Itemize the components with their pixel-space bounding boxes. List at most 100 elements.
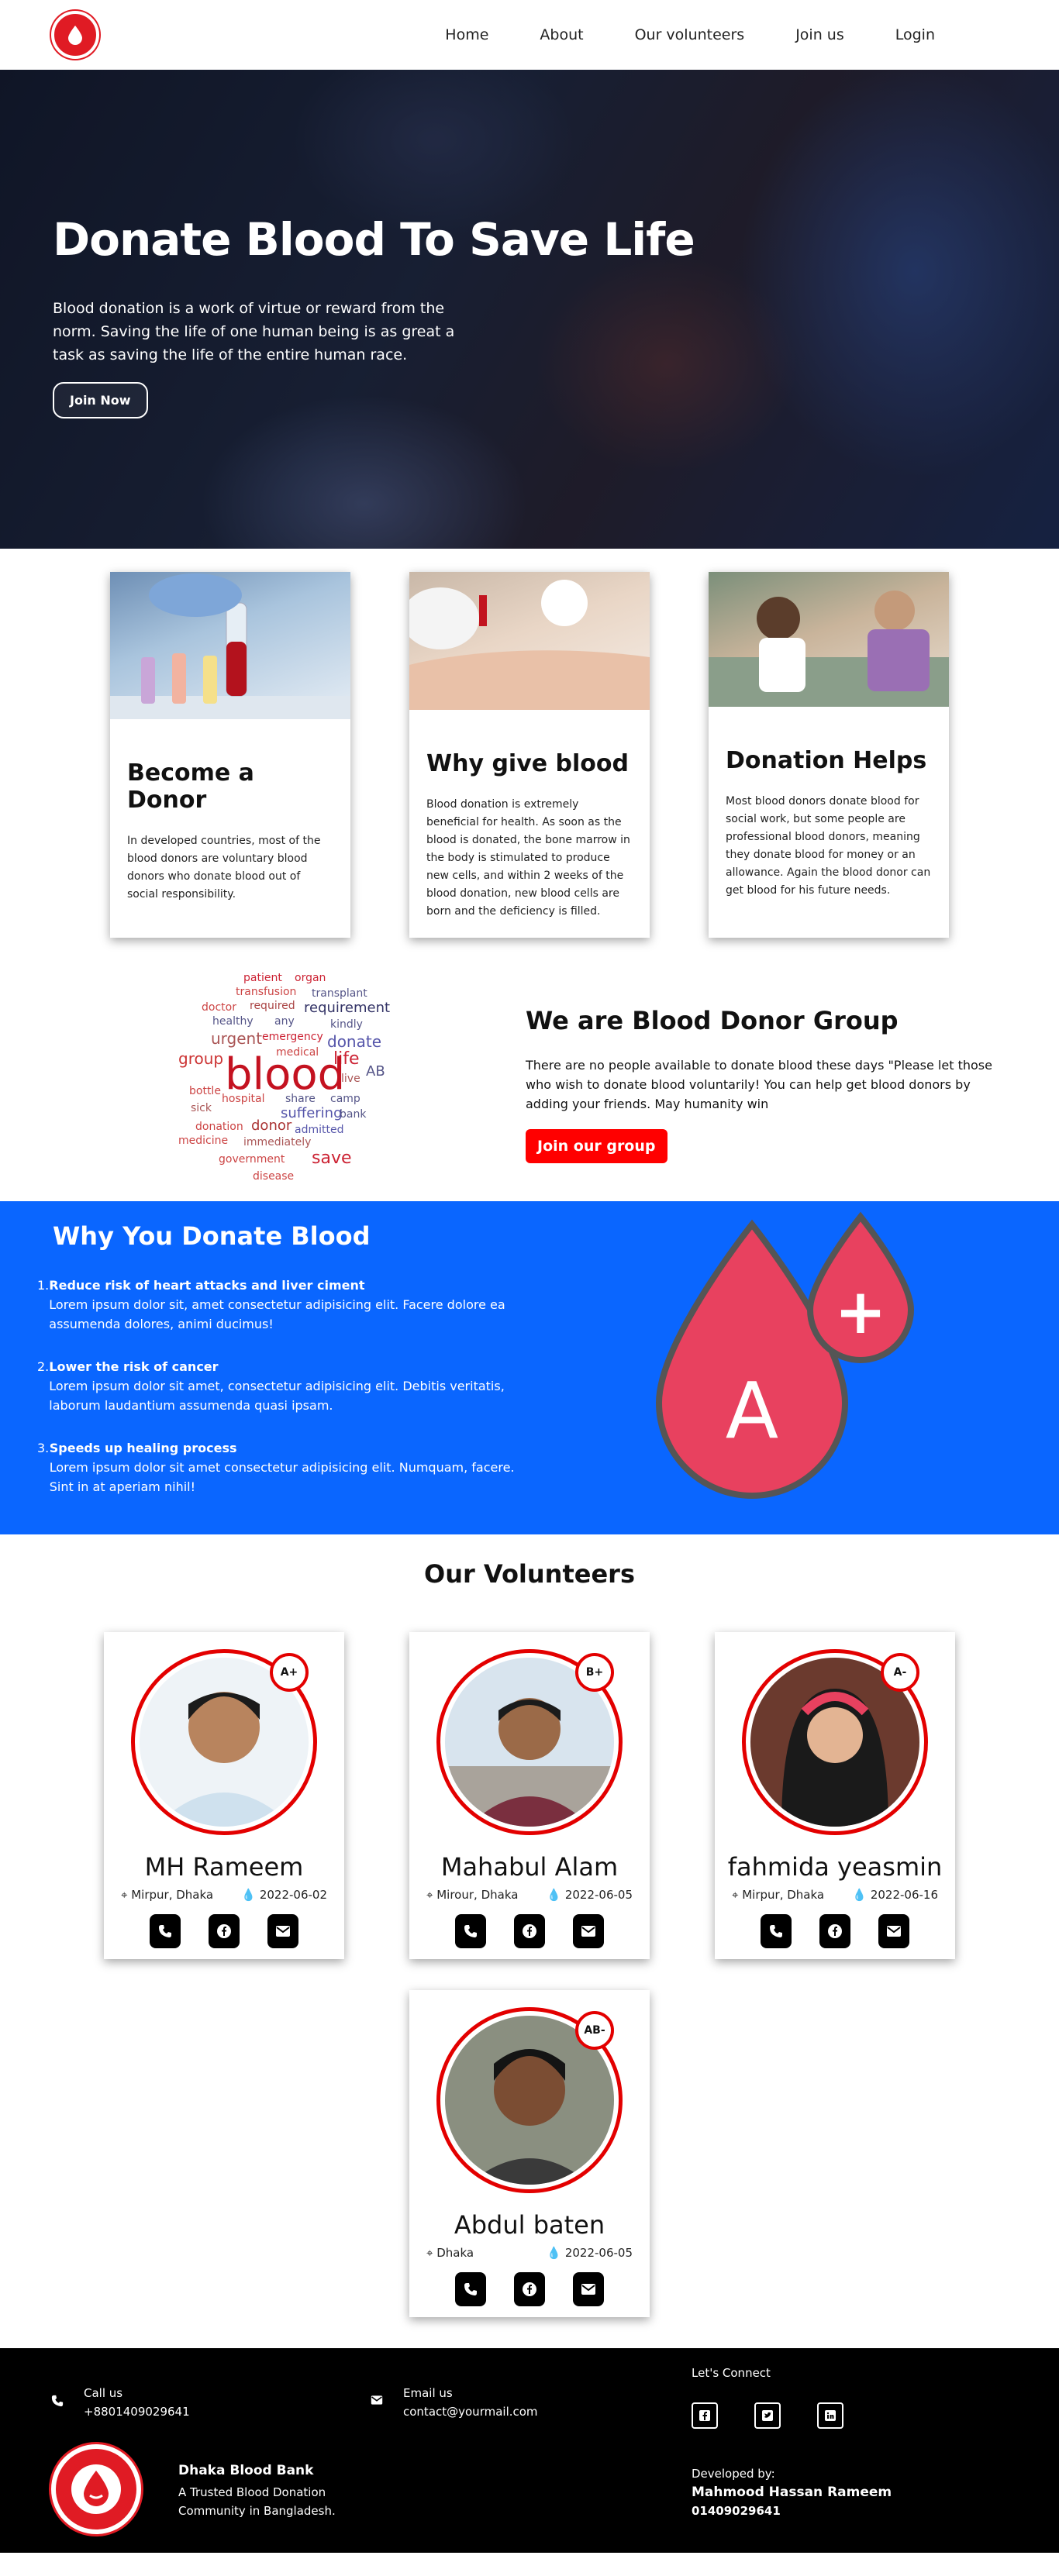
blood-drop-icon: 💧 <box>547 2246 562 2260</box>
location: ⌖ Mirour, Dhaka <box>426 1888 518 1902</box>
footer: Call us +8801409029641 Email us contact@… <box>0 2348 1059 2553</box>
phone-button[interactable] <box>455 2272 486 2306</box>
drop-letter: A <box>726 1365 778 1456</box>
wordcloud-word: patient <box>243 972 282 984</box>
map-pin-icon: ⌖ <box>121 1888 128 1902</box>
location: ⌖ Mirpur, Dhaka <box>121 1888 213 1902</box>
phone-button[interactable] <box>761 1914 792 1948</box>
dev-phone: 01409029641 <box>692 2504 781 2518</box>
blood-group-badge: A- <box>881 1653 919 1692</box>
call-us: Call us +8801409029641 <box>51 2384 190 2421</box>
volunteer-meta: ⌖ Mirpur, Dhaka 💧 2022-06-16 <box>732 1888 938 1902</box>
volunteer-meta: ⌖ Mirpur, Dhaka 💧 2022-06-02 <box>121 1888 327 1902</box>
phone-button[interactable] <box>150 1914 181 1948</box>
facebook-button[interactable] <box>819 1914 850 1948</box>
contact-buttons <box>104 1914 344 1948</box>
why-item-heading: Reduce risk of heart attacks and liver c… <box>49 1278 365 1293</box>
info-card-become-donor: Become a Donor In developed countries, m… <box>110 572 350 938</box>
why-donate-section: Why You Donate Blood 1. Reduce risk of h… <box>0 1201 1059 1534</box>
location: ⌖ Dhaka <box>426 2246 474 2260</box>
email-button[interactable] <box>878 1914 909 1948</box>
blood-drop-icon: 💧 <box>852 1888 868 1902</box>
wordcloud-word: donation <box>195 1121 243 1133</box>
why-item: 1. Reduce risk of heart attacks and live… <box>37 1276 533 1334</box>
wordcloud-word: donate <box>327 1032 382 1051</box>
linkedin-link[interactable] <box>816 2402 843 2429</box>
wordcloud-word: live <box>341 1073 360 1085</box>
avatar-frame: A- <box>742 1649 928 1835</box>
volunteer-card: A+ MH Rameem ⌖ Mirpur, Dhaka 💧 2022-06-0… <box>104 1632 344 1959</box>
envelope-icon <box>276 1926 290 1937</box>
envelope-icon <box>581 1926 595 1937</box>
wordcloud-word: donor <box>251 1118 292 1134</box>
phone-button[interactable] <box>455 1914 486 1948</box>
facebook-icon <box>699 2410 710 2421</box>
contact-buttons <box>409 1914 650 1948</box>
why-item: 2. Lower the risk of cancer Lorem ipsum d… <box>37 1357 533 1415</box>
volunteer-card: AB- Abdul baten ⌖ Dhaka 💧 2022-06-05 <box>409 1990 650 2317</box>
blood-bank-seal <box>71 2464 121 2514</box>
wordcloud-word: hospital <box>222 1093 265 1105</box>
volunteer-card: A- fahmida yeasmin ⌖ Mirpur, Dhaka 💧 202… <box>715 1632 955 1959</box>
volunteer-meta: ⌖ Mirour, Dhaka 💧 2022-06-05 <box>426 1888 633 1902</box>
info-card-why-give: Why give blood Blood donation is extreme… <box>409 572 650 938</box>
nav-home[interactable]: Home <box>445 26 488 43</box>
footer-brand: Dhaka Blood Bank A Trusted Blood Donatio… <box>178 2461 380 2520</box>
card-title: Why give blood <box>426 750 630 777</box>
blood-group-badge: AB- <box>575 2011 614 2050</box>
why-item-text: Lorem ipsum dolor sit amet consectetur a… <box>49 1460 515 1494</box>
facebook-icon <box>523 1924 536 1938</box>
blood-tubes-illustration <box>110 573 350 719</box>
wordcloud-word: any <box>274 1015 295 1028</box>
card-title: Donation Helps <box>726 747 927 774</box>
call-value[interactable]: +8801409029641 <box>84 2402 190 2421</box>
email-value[interactable]: contact@yourmail.com <box>403 2402 538 2421</box>
facebook-button[interactable] <box>514 1914 545 1948</box>
volunteer-row: A+ MH Rameem ⌖ Mirpur, Dhaka 💧 2022-06-0… <box>0 1632 1059 1959</box>
phone-icon <box>770 1925 782 1937</box>
why-item-text: Lorem ipsum dolor sit amet, consectetur … <box>49 1379 505 1413</box>
card-image-arm-donation <box>409 572 650 710</box>
location-text: Mirour, Dhaka <box>436 1888 519 1902</box>
envelope-icon <box>581 2284 595 2295</box>
phone-icon <box>159 1925 171 1937</box>
facebook-button[interactable] <box>209 1914 240 1948</box>
why-item-heading: Lower the risk of cancer <box>49 1359 219 1374</box>
donor-group-section: patient organ transfusion transplant doc… <box>0 938 1059 1201</box>
wordcloud-word: save <box>312 1149 352 1168</box>
wordcloud-word: AB <box>366 1063 385 1080</box>
location-text: Mirpur, Dhaka <box>131 1888 214 1902</box>
group-info: We are Blood Donor Group There are no pe… <box>526 1006 999 1163</box>
nav-login[interactable]: Login <box>895 26 935 43</box>
email-button[interactable] <box>573 2272 604 2306</box>
join-now-button[interactable]: Join Now <box>53 382 148 418</box>
phone-icon <box>51 2395 64 2407</box>
email-label: Email us <box>403 2386 453 2400</box>
wordcloud-word: government <box>219 1153 285 1166</box>
email-button[interactable] <box>573 1914 604 1948</box>
facebook-link[interactable] <box>692 2402 718 2429</box>
facebook-icon <box>523 2282 536 2296</box>
why-item: 3. Speeds up healing process Lorem ipsum … <box>37 1438 533 1496</box>
hero-title: Donate Blood To Save Life <box>53 213 695 266</box>
facebook-button[interactable] <box>514 2272 545 2306</box>
nav-volunteers[interactable]: Our volunteers <box>635 26 745 43</box>
join-group-button[interactable]: Join our group <box>526 1128 667 1163</box>
wordcloud-word: urgent <box>211 1029 263 1048</box>
wordcloud-word: transplant <box>312 987 367 1000</box>
contact-buttons <box>715 1914 955 1948</box>
info-cards: Become a Donor In developed countries, m… <box>0 549 1059 938</box>
twitter-link[interactable] <box>754 2402 781 2429</box>
phone-icon <box>464 2283 477 2295</box>
blood-drop-icon: 💧 <box>547 1888 562 1902</box>
hero-text: Blood donation is a work of virtue or re… <box>53 300 455 363</box>
brand-name: Dhaka Blood Bank <box>178 2463 314 2478</box>
top-navbar: Home About Our volunteers Join us Login <box>0 0 1059 70</box>
brand-tagline: A Trusted Blood Donation Community in Ba… <box>178 2485 336 2518</box>
avatar-frame: B+ <box>436 1649 623 1835</box>
blood-drop-a-plus-icon: A + <box>655 1211 915 1499</box>
nav-join-us[interactable]: Join us <box>795 26 844 43</box>
nav-about[interactable]: About <box>540 26 583 43</box>
logo[interactable] <box>51 11 99 59</box>
email-button[interactable] <box>267 1914 298 1948</box>
